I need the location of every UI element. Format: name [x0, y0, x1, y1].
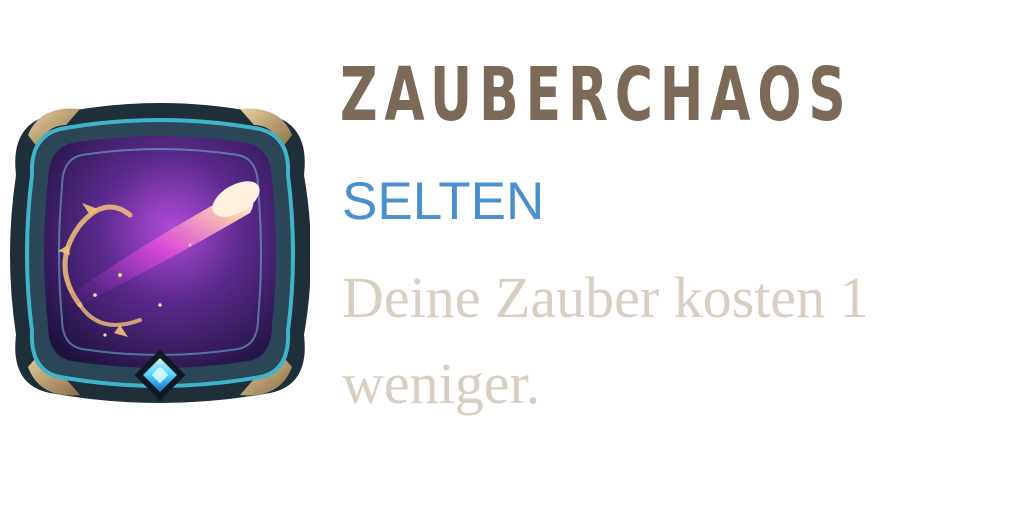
augment-title: ZAUBERCHAOS [340, 52, 853, 138]
rarity-label: SELTEN [342, 172, 545, 231]
augment-description: Deine Zauber kosten 1 weniger. [342, 265, 869, 416]
augment-card: ZAUBERCHAOS SELTEN Deine Zauber kosten 1… [0, 0, 1024, 512]
spell-chaos-comet-icon [10, 103, 310, 403]
augment-icon [10, 95, 310, 415]
